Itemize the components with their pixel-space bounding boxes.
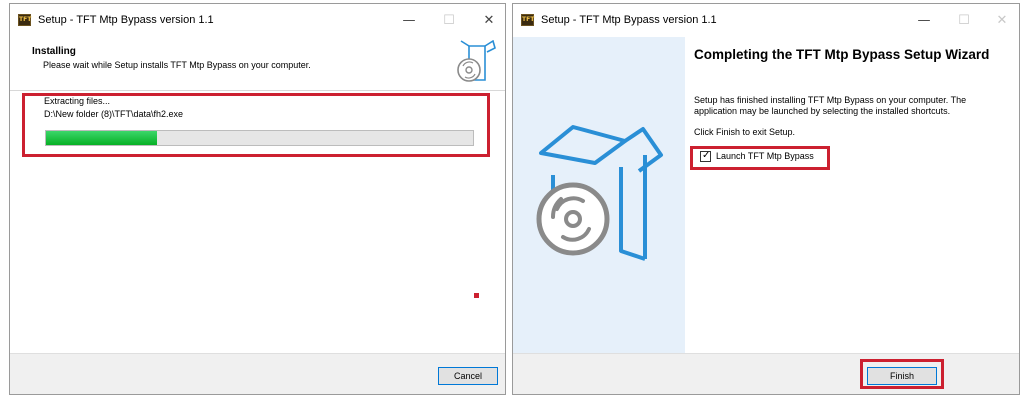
highlight-box [22,93,490,157]
maximize-button[interactable]: ☐ [434,10,464,32]
setup-window-complete: TFT Setup - TFT Mtp Bypass version 1.1 —… [512,3,1020,395]
maximize-button[interactable]: ☐ [949,10,979,32]
close-button[interactable]: ✕ [474,10,504,32]
setup-box-illustration [536,125,663,261]
wizard-side-panel [513,37,685,355]
finished-message-line2: application may be launched by selecting… [694,106,951,116]
wizard-title: Completing the TFT Mtp Bypass Setup Wiza… [694,47,990,62]
setup-window-installing: TFT Setup - TFT Mtp Bypass version 1.1 —… [9,3,506,395]
window-footer: Cancel [10,353,505,394]
window-title: Setup - TFT Mtp Bypass version 1.1 [541,14,717,26]
header-divider [10,90,505,91]
window-footer: Finish [513,353,1019,394]
page-header: Installing Please wait while Setup insta… [10,37,505,90]
exit-instruction: Click Finish to exit Setup. [694,127,796,137]
finished-message-line1: Setup has finished installing TFT Mtp By… [694,95,967,105]
minimize-button[interactable]: — [394,10,424,32]
highlight-box [860,359,944,389]
minimize-button[interactable]: — [909,10,939,32]
app-icon: TFT [521,14,534,26]
highlight-box [690,146,830,170]
cancel-button[interactable]: Cancel [438,367,498,385]
page-subtitle: Please wait while Setup installs TFT Mtp… [43,60,311,70]
title-bar[interactable]: TFT Setup - TFT Mtp Bypass version 1.1 —… [513,4,1019,37]
setup-box-icon [457,40,496,82]
page-title: Installing [32,46,76,57]
title-bar[interactable]: TFT Setup - TFT Mtp Bypass version 1.1 —… [10,4,505,37]
close-button[interactable]: ✕ [987,10,1017,32]
red-marker [474,293,479,298]
app-icon: TFT [18,14,31,26]
window-title: Setup - TFT Mtp Bypass version 1.1 [38,14,214,26]
